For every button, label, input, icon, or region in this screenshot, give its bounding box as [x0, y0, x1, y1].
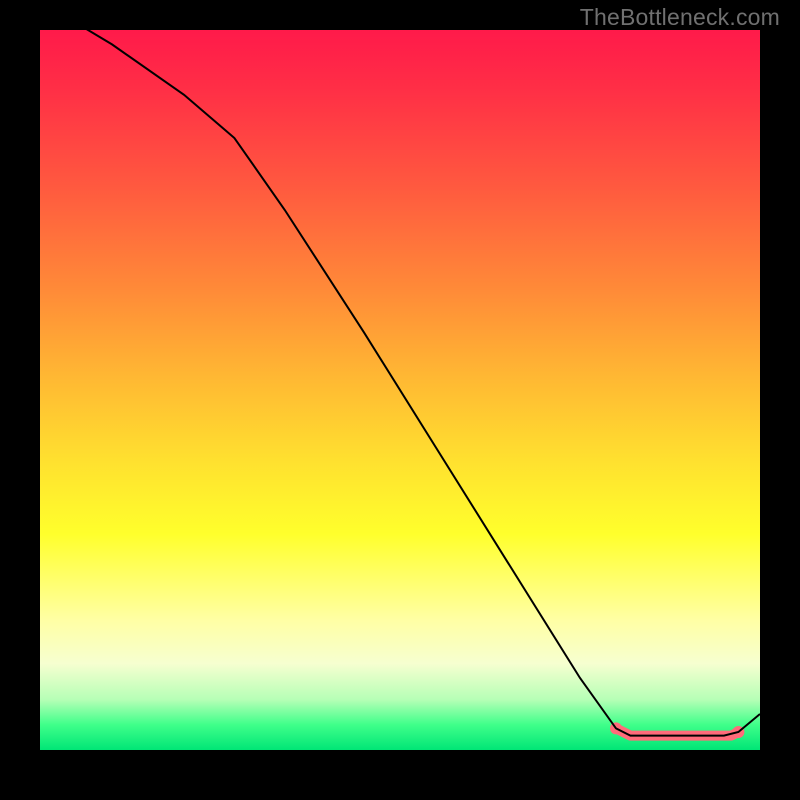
chart-marker-path [616, 728, 738, 735]
watermark-label: TheBottleneck.com [580, 4, 780, 31]
chart-line-curve [40, 30, 760, 736]
chart-svg [40, 30, 760, 750]
chart-plot-area [40, 30, 760, 750]
